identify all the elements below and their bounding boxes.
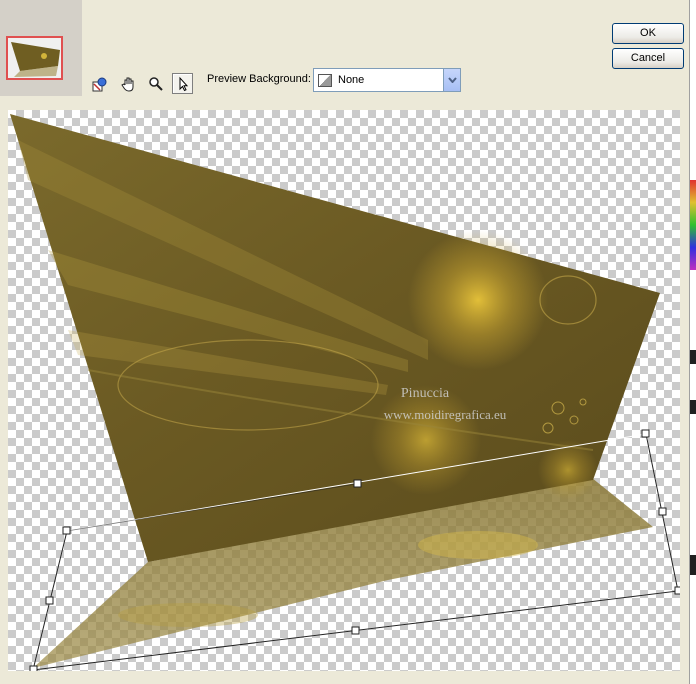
background-swatch-icon	[318, 74, 332, 87]
window-edge	[689, 0, 696, 684]
preview-background-label: Preview Background:	[207, 73, 311, 85]
dropdown-arrow-button[interactable]	[443, 69, 460, 91]
zoom-tool-button[interactable]	[145, 73, 166, 94]
cancel-button[interactable]: Cancel	[612, 48, 684, 69]
preview-background-value: None	[338, 74, 365, 86]
hand-tool-button[interactable]	[118, 73, 139, 94]
navigator-thumbnail[interactable]	[6, 36, 63, 80]
perspective-image: Pinuccia www.moidiregrafica.eu	[10, 114, 680, 671]
chevron-down-icon	[447, 77, 457, 83]
ok-button[interactable]: OK	[612, 23, 684, 44]
watermark-url: www.moidiregrafica.eu	[384, 407, 507, 422]
hand-icon	[120, 77, 133, 92]
pointer-icon	[179, 76, 188, 91]
preview-background-select[interactable]: None	[313, 68, 461, 92]
preview-canvas[interactable]: Pinuccia www.moidiregrafica.eu	[8, 110, 680, 671]
canvas-bottom-margin	[0, 671, 689, 684]
navigator-panel	[0, 0, 82, 96]
zoom-icon	[148, 76, 163, 91]
pointer-tool-button[interactable]	[172, 73, 193, 94]
pan-view-icon	[92, 77, 106, 91]
watermark-name: Pinuccia	[401, 386, 450, 401]
canvas-right-margin	[680, 110, 689, 671]
pan-view-button[interactable]	[89, 73, 110, 94]
thumbnail-image	[8, 38, 61, 78]
